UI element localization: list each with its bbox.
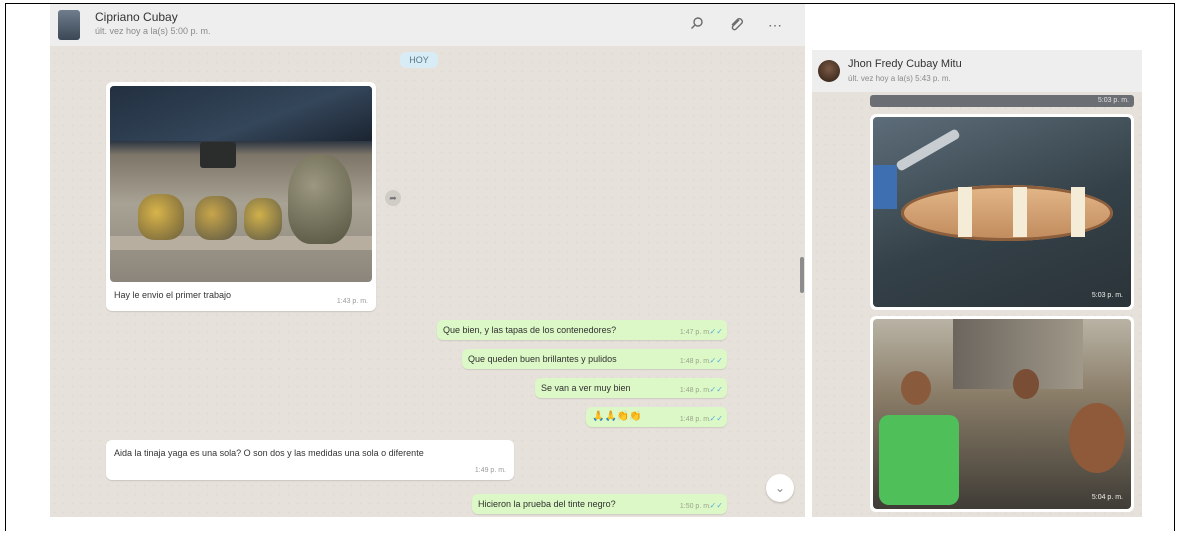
emoji-text: 🙏🙏👏👏: [592, 411, 642, 422]
double-check-icon: ✓✓: [709, 501, 723, 510]
chevron-down-icon: ⌄: [774, 481, 786, 495]
double-check-icon: ✓✓: [709, 414, 723, 423]
message-time: 1:43 p. m.: [336, 298, 368, 305]
pot-1: [138, 194, 184, 240]
photo-blue-object: [873, 165, 897, 209]
left-chat-window: Cipriano Cubay últ. vez hoy a la(s) 5:00…: [50, 4, 805, 517]
pot-2: [195, 196, 237, 240]
clay-jug: [288, 154, 352, 244]
message-text: Que queden buen brillantes y pulidos: [468, 354, 617, 364]
message-time: 1:48 p. m.: [679, 416, 711, 423]
message-time: 1:48 p. m.: [679, 358, 711, 365]
image-message[interactable]: 5:03 p. m.: [870, 114, 1134, 310]
scrollbar[interactable]: [800, 257, 804, 293]
outgoing-message[interactable]: Hicieron la prueba del tinte negro? 1:50…: [472, 494, 727, 514]
incoming-message[interactable]: Aida la tinaja yaga es una sola? O son d…: [106, 440, 514, 480]
message-time: 1:48 p. m.: [679, 387, 711, 394]
double-check-icon: ✓✓: [709, 356, 723, 365]
message-text: Hicieron la prueba del tinte negro?: [478, 499, 616, 509]
image-caption: Hay le envio el primer trabajo: [114, 290, 232, 300]
more-icon[interactable]: ⋯: [766, 16, 784, 34]
photo-stool: [200, 142, 236, 168]
double-check-icon: ✓✓: [709, 385, 723, 394]
date-chip: HOY: [400, 52, 438, 68]
avatar[interactable]: [818, 60, 840, 82]
canoe-photo[interactable]: 5:03 p. m.: [873, 117, 1131, 307]
contact-name[interactable]: Cipriano Cubay: [95, 10, 178, 24]
canoe-slat: [1013, 187, 1027, 237]
image-message[interactable]: Hay le envio el primer trabajo 1:43 p. m…: [106, 82, 376, 311]
message-time: 5:04 p. m.: [1091, 494, 1123, 501]
avatar[interactable]: [58, 10, 80, 40]
message-time: 1:50 p. m.: [679, 503, 711, 510]
right-chat-header[interactable]: Jhon Fredy Cubay Mitu últ. vez hoy a la(…: [812, 50, 1142, 92]
photo-knife: [895, 128, 961, 172]
outgoing-message[interactable]: Se van a ver muy bien 1:48 p. m. ✓✓: [535, 378, 727, 398]
message-time: 5:03 p. m.: [1097, 97, 1129, 104]
right-chat-window: Jhon Fredy Cubay Mitu últ. vez hoy a la(…: [812, 50, 1142, 517]
scroll-down-button[interactable]: ⌄: [766, 474, 794, 502]
outgoing-message[interactable]: Que queden buen brillantes y pulidos 1:4…: [462, 349, 727, 369]
last-seen-status: últ. vez hoy a la(s) 5:43 p. m.: [848, 74, 951, 83]
photo-person: [1069, 403, 1125, 473]
pottery-photo[interactable]: [110, 86, 372, 282]
partial-image-message[interactable]: 5:03 p. m.: [870, 95, 1134, 107]
message-time: 1:47 p. m.: [679, 329, 711, 336]
search-icon[interactable]: [688, 16, 706, 34]
contact-name[interactable]: Jhon Fredy Cubay Mitu: [848, 58, 962, 70]
pot-3: [244, 198, 282, 240]
message-text: Que bien, y las tapas de los contenedore…: [443, 325, 617, 335]
photo-person: [901, 371, 931, 405]
last-seen-status: últ. vez hoy a la(s) 5:00 p. m.: [95, 26, 211, 36]
outgoing-message[interactable]: Que bien, y las tapas de los contenedore…: [437, 320, 727, 340]
outgoing-message[interactable]: 🙏🙏👏👏 1:48 p. m. ✓✓: [586, 407, 727, 427]
canoe-slat: [1071, 187, 1085, 237]
photo-tarp: [110, 86, 372, 141]
left-chat-header[interactable]: Cipriano Cubay últ. vez hoy a la(s) 5:00…: [50, 4, 805, 46]
group-selfie-photo[interactable]: 5:04 p. m.: [873, 319, 1131, 509]
paperclip-icon[interactable]: [728, 16, 746, 34]
message-text: Se van a ver muy bien: [541, 383, 631, 393]
double-check-icon: ✓✓: [709, 327, 723, 336]
message-text: Aida la tinaja yaga es una sola? O son d…: [114, 448, 424, 458]
image-message[interactable]: 5:04 p. m.: [870, 316, 1134, 512]
canoe-slat: [958, 187, 972, 237]
photo-green-chair: [879, 415, 959, 505]
message-time: 1:49 p. m.: [474, 467, 506, 474]
forward-icon[interactable]: ➦: [385, 190, 401, 206]
photo-person: [1013, 369, 1039, 399]
message-time: 5:03 p. m.: [1091, 292, 1123, 299]
